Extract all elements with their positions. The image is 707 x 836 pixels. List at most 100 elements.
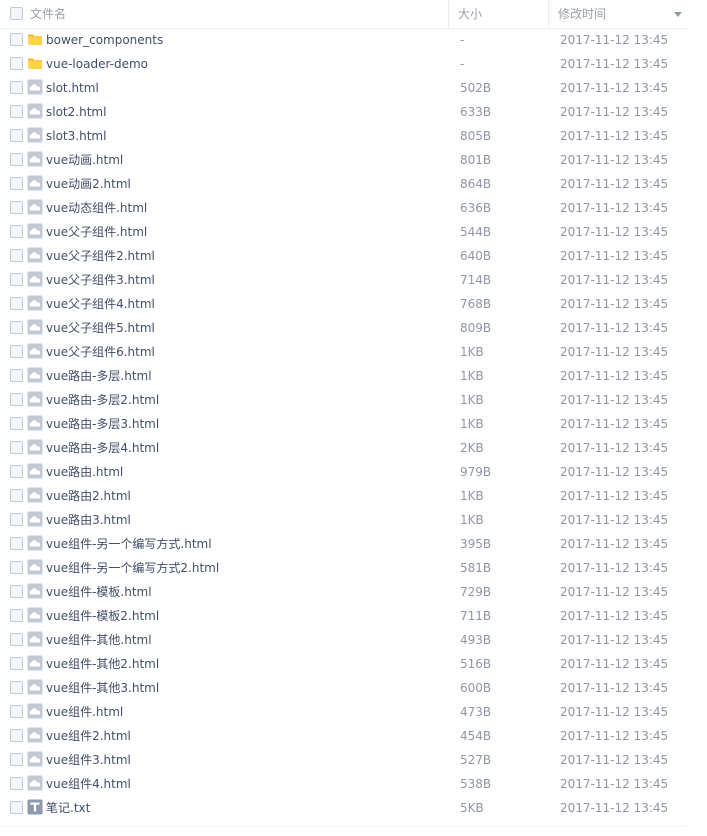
date-column-header[interactable]: 修改时间 [548,0,687,28]
row-checkbox[interactable] [10,417,23,430]
file-row[interactable]: vue动画2.html 864B 2017-11-12 13:45 [0,172,686,196]
file-name-link[interactable]: slot.html [46,76,99,100]
file-row[interactable]: 笔记.txt 5KB 2017-11-12 13:45 [0,796,686,820]
row-checkbox[interactable] [10,57,23,70]
file-row[interactable]: vue组件-另一个编写方式2.html 581B 2017-11-12 13:45 [0,556,686,580]
file-row[interactable]: vue父子组件4.html 768B 2017-11-12 13:45 [0,292,686,316]
file-row[interactable]: vue组件-模板2.html 711B 2017-11-12 13:45 [0,604,686,628]
file-row[interactable]: vue组件4.html 538B 2017-11-12 13:45 [0,772,686,796]
row-checkbox[interactable] [10,609,23,622]
file-name-link[interactable]: vue组件-另一个编写方式2.html [46,556,219,580]
file-row[interactable]: vue路由2.html 1KB 2017-11-12 13:45 [0,484,686,508]
row-checkbox[interactable] [10,777,23,790]
row-checkbox[interactable] [10,153,23,166]
file-name-link[interactable]: vue父子组件5.html [46,316,155,340]
row-checkbox[interactable] [10,465,23,478]
row-checkbox[interactable] [10,729,23,742]
row-checkbox[interactable] [10,105,23,118]
file-row[interactable]: vue父子组件6.html 1KB 2017-11-12 13:45 [0,340,686,364]
file-name-link[interactable]: vue组件-其他.html [46,628,152,652]
file-row[interactable]: bower_components - 2017-11-12 13:45 [0,28,686,52]
file-name-link[interactable]: vue组件-其他3.html [46,676,159,700]
file-name-link[interactable]: vue路由-多层.html [46,364,152,388]
file-row[interactable]: vue动态组件.html 636B 2017-11-12 13:45 [0,196,686,220]
file-name-link[interactable]: vue组件3.html [46,748,131,772]
row-checkbox[interactable] [10,657,23,670]
file-row[interactable]: vue组件-其他3.html 600B 2017-11-12 13:45 [0,676,686,700]
file-row[interactable]: vue路由-多层.html 1KB 2017-11-12 13:45 [0,364,686,388]
file-row[interactable]: vue路由.html 979B 2017-11-12 13:45 [0,460,686,484]
file-name-link[interactable]: vue父子组件4.html [46,292,155,316]
file-name-link[interactable]: vue组件4.html [46,772,131,796]
file-name-link[interactable]: vue动画2.html [46,172,131,196]
row-checkbox[interactable] [10,177,23,190]
sort-descending-icon[interactable] [674,12,682,17]
row-checkbox[interactable] [10,273,23,286]
row-checkbox[interactable] [10,561,23,574]
file-row[interactable]: vue组件.html 473B 2017-11-12 13:45 [0,700,686,724]
row-checkbox[interactable] [10,489,23,502]
file-name-link[interactable]: vue动画.html [46,148,123,172]
name-column-header[interactable]: 文件名 [30,0,448,28]
row-checkbox[interactable] [10,441,23,454]
row-checkbox[interactable] [10,369,23,382]
row-checkbox[interactable] [10,81,23,94]
file-name-link[interactable]: slot3.html [46,124,106,148]
file-row[interactable]: vue父子组件5.html 809B 2017-11-12 13:45 [0,316,686,340]
file-name-link[interactable]: vue路由.html [46,460,123,484]
file-name-link[interactable]: vue组件-模板.html [46,580,152,604]
file-name-link[interactable]: vue路由2.html [46,484,131,508]
file-name-link[interactable]: vue路由-多层4.html [46,436,159,460]
file-name-link[interactable]: vue父子组件6.html [46,340,155,364]
file-row[interactable]: slot.html 502B 2017-11-12 13:45 [0,76,686,100]
file-row[interactable]: vue组件2.html 454B 2017-11-12 13:45 [0,724,686,748]
file-row[interactable]: vue组件-其他2.html 516B 2017-11-12 13:45 [0,652,686,676]
row-checkbox[interactable] [10,753,23,766]
file-name-link[interactable]: vue父子组件2.html [46,244,155,268]
row-checkbox[interactable] [10,705,23,718]
file-name-link[interactable]: vue-loader-demo [46,52,148,76]
select-all-checkbox[interactable] [10,7,23,20]
file-name-link[interactable]: bower_components [46,28,163,52]
file-row[interactable]: vue组件3.html 527B 2017-11-12 13:45 [0,748,686,772]
row-checkbox[interactable] [10,633,23,646]
file-row[interactable]: vue路由-多层2.html 1KB 2017-11-12 13:45 [0,388,686,412]
file-row[interactable]: vue-loader-demo - 2017-11-12 13:45 [0,52,686,76]
row-checkbox[interactable] [10,585,23,598]
file-name-link[interactable]: vue路由-多层2.html [46,388,159,412]
file-row[interactable]: vue父子组件3.html 714B 2017-11-12 13:45 [0,268,686,292]
file-row[interactable]: vue组件-其他.html 493B 2017-11-12 13:45 [0,628,686,652]
row-checkbox[interactable] [10,513,23,526]
file-row[interactable]: vue路由-多层3.html 1KB 2017-11-12 13:45 [0,412,686,436]
file-name-link[interactable]: vue路由3.html [46,508,131,532]
file-row[interactable]: slot2.html 633B 2017-11-12 13:45 [0,100,686,124]
row-checkbox[interactable] [10,537,23,550]
file-name-link[interactable]: slot2.html [46,100,106,124]
row-checkbox[interactable] [10,321,23,334]
row-checkbox[interactable] [10,225,23,238]
file-row[interactable]: vue组件-另一个编写方式.html 395B 2017-11-12 13:45 [0,532,686,556]
row-checkbox[interactable] [10,249,23,262]
row-checkbox[interactable] [10,201,23,214]
file-name-link[interactable]: vue父子组件.html [46,220,147,244]
file-name-link[interactable]: vue组件-其他2.html [46,652,159,676]
row-checkbox[interactable] [10,681,23,694]
file-row[interactable]: vue动画.html 801B 2017-11-12 13:45 [0,148,686,172]
row-checkbox[interactable] [10,297,23,310]
file-name-link[interactable]: vue父子组件3.html [46,268,155,292]
file-row[interactable]: vue父子组件.html 544B 2017-11-12 13:45 [0,220,686,244]
file-name-link[interactable]: vue路由-多层3.html [46,412,159,436]
file-name-link[interactable]: 笔记.txt [46,796,90,820]
file-row[interactable]: vue路由-多层4.html 2KB 2017-11-12 13:45 [0,436,686,460]
file-name-link[interactable]: vue组件2.html [46,724,131,748]
file-name-link[interactable]: vue组件.html [46,700,123,724]
file-row[interactable]: slot3.html 805B 2017-11-12 13:45 [0,124,686,148]
file-row[interactable]: vue父子组件2.html 640B 2017-11-12 13:45 [0,244,686,268]
row-checkbox[interactable] [10,33,23,46]
row-checkbox[interactable] [10,801,23,814]
file-row[interactable]: vue组件-模板.html 729B 2017-11-12 13:45 [0,580,686,604]
row-checkbox[interactable] [10,393,23,406]
file-name-link[interactable]: vue组件-模板2.html [46,604,159,628]
file-row[interactable]: vue路由3.html 1KB 2017-11-12 13:45 [0,508,686,532]
row-checkbox[interactable] [10,345,23,358]
